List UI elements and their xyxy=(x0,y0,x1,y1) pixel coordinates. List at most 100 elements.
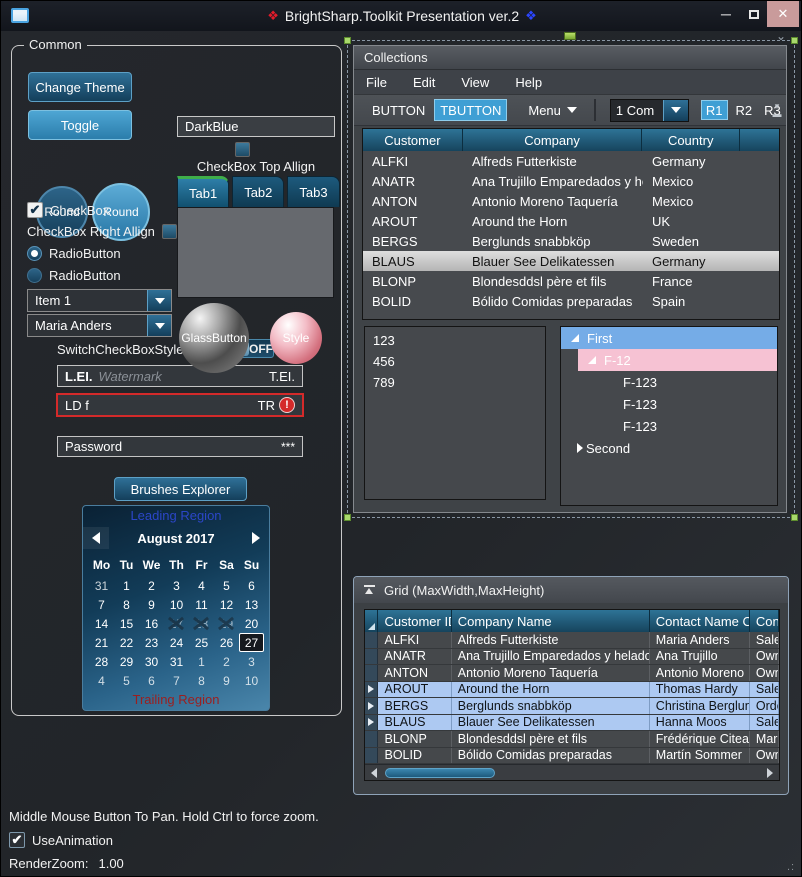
datagrid-cell[interactable]: Owne xyxy=(750,649,779,665)
tab-tab2[interactable]: Tab2 xyxy=(232,176,284,207)
combobox-maria[interactable]: Maria Anders xyxy=(27,314,172,337)
listview-row[interactable]: AROUTAround the HornUK xyxy=(363,211,779,231)
calendar-day[interactable]: 14 xyxy=(89,614,114,633)
toolbar-textbox[interactable] xyxy=(594,99,596,121)
datagrid-row[interactable]: ANTONAntonio Moreno TaqueríaAntonio More… xyxy=(365,665,779,682)
calendar-day[interactable]: 20 xyxy=(239,614,264,633)
calendar-day[interactable]: 1 xyxy=(189,652,214,671)
datagrid-row-header[interactable] xyxy=(365,731,378,747)
datagrid-cell[interactable]: Thomas Hardy xyxy=(650,682,750,698)
datagrid-row-header[interactable] xyxy=(365,715,378,731)
combobox-maria-dropdown[interactable] xyxy=(147,315,171,336)
datagrid-cell[interactable]: Blondesddsl père et fils xyxy=(452,731,650,747)
listview-row[interactable]: BERGSBerglunds snabbköpSweden xyxy=(363,231,779,251)
minimize-button[interactable]: ─ xyxy=(713,1,739,27)
menu-item-help[interactable]: Help xyxy=(515,75,542,90)
tree-item-second[interactable]: Second xyxy=(561,437,777,459)
datagrid-cell[interactable]: Berglunds snabbköp xyxy=(452,698,650,714)
expander-closed-icon[interactable] xyxy=(571,443,578,453)
calendar-day[interactable]: 5 xyxy=(114,671,139,690)
datagrid-cell[interactable]: AROUT xyxy=(378,682,451,698)
datagrid-cell[interactable]: ANATR xyxy=(378,649,451,665)
calendar-day[interactable]: 25 xyxy=(189,633,214,652)
datagrid-row[interactable]: ALFKIAlfreds FutterkisteMaria AndersSale… xyxy=(365,632,779,649)
listbox-item[interactable]: 456 xyxy=(365,351,545,372)
listview-column-header[interactable]: Customer xyxy=(363,129,463,151)
scrollbar-thumb[interactable] xyxy=(385,768,495,778)
datagrid-cell[interactable]: Christina Berglund xyxy=(650,698,750,714)
datagrid-column-header[interactable]: Customer ID xyxy=(378,610,451,632)
calendar-day[interactable]: 26 xyxy=(214,633,239,652)
use-animation-checkbox[interactable]: ✔ xyxy=(9,832,25,848)
datagrid-row[interactable]: BLAUSBlauer See DelikatessenHanna MoosSa… xyxy=(365,715,779,732)
change-theme-button[interactable]: Change Theme xyxy=(28,72,132,102)
datagrid-cell[interactable]: Frédérique Citeaux xyxy=(650,731,750,747)
datagrid-row-header[interactable] xyxy=(365,698,378,714)
glass-button[interactable]: GlassButton xyxy=(179,303,249,373)
datagrid-row-header[interactable] xyxy=(365,682,378,698)
password-box[interactable]: Password *** xyxy=(57,436,303,457)
datagrid-cell[interactable]: ANTON xyxy=(378,665,451,681)
combobox-item1-dropdown[interactable] xyxy=(147,290,171,311)
datagrid-cell[interactable]: Hanna Moos xyxy=(650,715,750,731)
calendar-day[interactable]: 9 xyxy=(139,595,164,614)
calendar-day[interactable]: 12 xyxy=(214,595,239,614)
datagrid-column-header[interactable]: Cont xyxy=(750,610,779,632)
calendar-day[interactable]: 17 xyxy=(164,614,189,633)
adorner-handle-topright[interactable] xyxy=(791,37,798,44)
adorner-edit-icon[interactable] xyxy=(564,32,576,40)
calendar-day[interactable]: 9 xyxy=(214,671,239,690)
datagrid-column-header[interactable]: Company Name xyxy=(452,610,650,632)
toolbar-toggle-button[interactable]: TBUTTON xyxy=(434,99,507,121)
calendar-day[interactable]: 4 xyxy=(89,671,114,690)
calendar-day[interactable]: 7 xyxy=(89,595,114,614)
calendar-day[interactable]: 3 xyxy=(239,652,264,671)
toggle-button[interactable]: Toggle xyxy=(28,110,132,140)
toolbar-overflow-button[interactable]: ▾▬ xyxy=(771,102,783,118)
datagrid-cell[interactable]: Alfreds Futterkiste xyxy=(452,632,650,648)
datagrid-cell[interactable]: Martín Sommer xyxy=(650,748,750,764)
toolbar-combobox[interactable]: 1 Com xyxy=(610,99,689,122)
calendar-day[interactable]: 10 xyxy=(239,671,264,690)
window-icon[interactable] xyxy=(11,8,29,23)
datagrid-cell[interactable]: Owne xyxy=(750,665,779,681)
calendar-day[interactable]: 10 xyxy=(164,595,189,614)
calendar-day[interactable]: 7 xyxy=(164,671,189,690)
calendar-day[interactable]: 11 xyxy=(189,595,214,614)
calendar-day[interactable]: 16 xyxy=(139,614,164,633)
calendar-day[interactable]: 31 xyxy=(164,652,189,671)
calendar-day[interactable]: 13 xyxy=(239,595,264,614)
collections-titlebar[interactable]: Collections xyxy=(354,46,786,70)
datagrid-cell[interactable]: BLAUS xyxy=(378,715,451,731)
datagrid-select-all-corner[interactable] xyxy=(365,610,378,632)
calendar-day[interactable]: 30 xyxy=(139,652,164,671)
calendar-day[interactable]: 1 xyxy=(114,576,139,595)
listbox-item[interactable]: 123 xyxy=(365,330,545,351)
toolbar-menu-button[interactable]: Menu xyxy=(520,103,585,118)
close-button[interactable]: ✕ xyxy=(767,1,799,27)
calendar-day[interactable]: 6 xyxy=(239,576,264,595)
tab-tab3[interactable]: Tab3 xyxy=(287,176,339,207)
calendar-day[interactable]: 18 xyxy=(189,614,214,633)
calendar-day[interactable]: 2 xyxy=(214,652,239,671)
datagrid-cell[interactable]: Ana Trujillo Emparedados y helados xyxy=(452,649,650,665)
horizontal-scrollbar[interactable] xyxy=(365,764,779,780)
adorner-handle-bottomleft[interactable] xyxy=(344,514,351,521)
resize-grip-icon[interactable]: .: xyxy=(787,861,799,873)
menu-item-view[interactable]: View xyxy=(461,75,489,90)
datagrid-row-header[interactable] xyxy=(365,748,378,764)
calendar-day[interactable]: 21 xyxy=(89,633,114,652)
listview-column-header[interactable]: Country xyxy=(642,129,740,151)
tree-item-f123[interactable]: F-123 xyxy=(561,415,777,437)
datagrid-cell[interactable]: Owne xyxy=(750,748,779,764)
calendar-day[interactable]: 4 xyxy=(189,576,214,595)
calendar-day[interactable]: 22 xyxy=(114,633,139,652)
radio-unselected-icon[interactable] xyxy=(27,268,42,283)
calendar-day[interactable]: 5 xyxy=(214,576,239,595)
calendar-day[interactable]: 27 xyxy=(239,633,264,652)
datagrid-cell[interactable]: Sales xyxy=(750,682,779,698)
toolbar-combobox-dropdown[interactable] xyxy=(663,100,688,121)
datagrid-cell[interactable]: Antonio Moreno xyxy=(650,665,750,681)
checkbox-right-align-row[interactable]: CheckBox Right Allign xyxy=(27,224,177,239)
checkbox-right-align-box[interactable] xyxy=(162,224,177,239)
